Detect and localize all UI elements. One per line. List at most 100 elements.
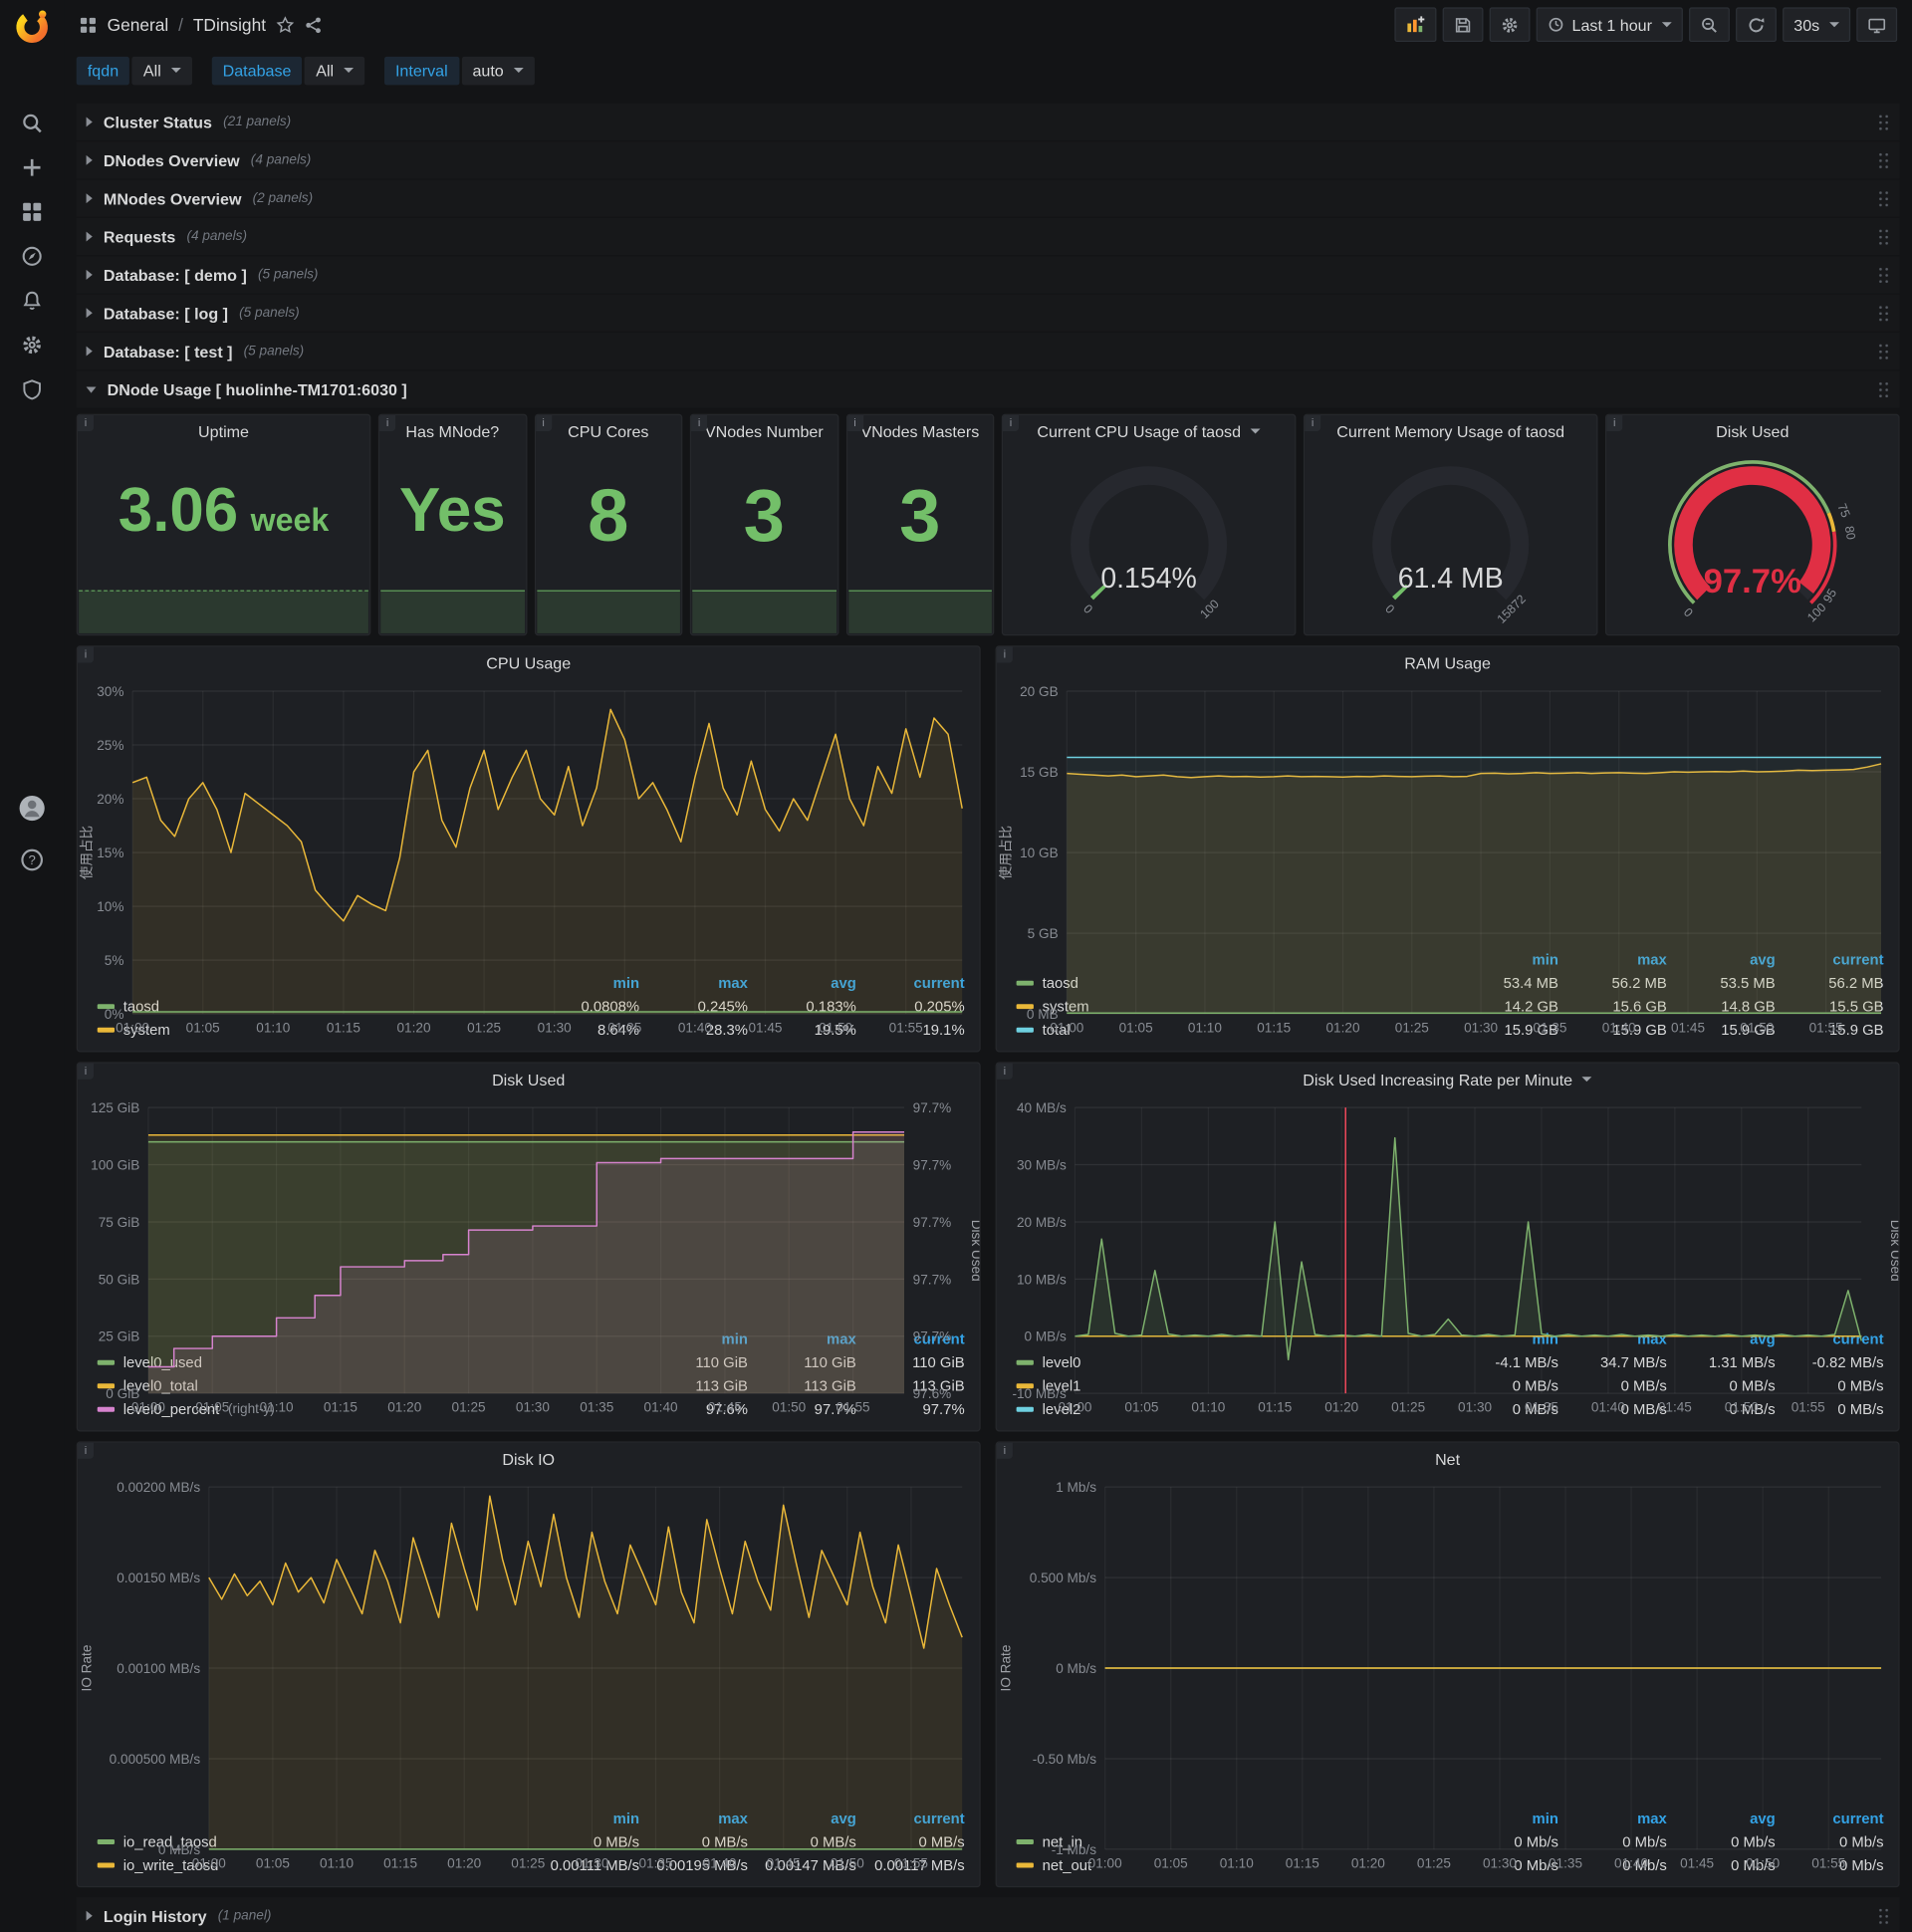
- chart-plot[interactable]: 01:00 01:05 01:10 01:15 01:20 01:25 01:30 01:35…: [997, 1475, 1899, 1870]
- panel-title[interactable]: VNodes Number: [691, 415, 837, 447]
- user-avatar[interactable]: [0, 786, 64, 831]
- svg-text:IO Rate: IO Rate: [998, 1645, 1013, 1692]
- panel-title[interactable]: Uptime: [78, 415, 369, 447]
- panel-info-icon[interactable]: i: [77, 1063, 95, 1080]
- svg-text:01:20: 01:20: [447, 1855, 481, 1870]
- chart-plot[interactable]: 01:00 01:05 01:10 01:15 01:20 01:25 01:30 01:35…: [78, 1095, 979, 1415]
- panel-info-icon[interactable]: i: [535, 414, 552, 431]
- panel-title[interactable]: CPU Usage: [78, 646, 980, 678]
- svg-text:01:40: 01:40: [1614, 1855, 1648, 1870]
- panel-info-icon[interactable]: i: [1606, 414, 1623, 431]
- row-database-demo[interactable]: Database: [ demo ] (5 panels): [77, 256, 1900, 293]
- svg-text:20 MB/s: 20 MB/s: [1017, 1215, 1067, 1230]
- drag-handle-icon[interactable]: [1877, 265, 1890, 285]
- variable-value-dropdown[interactable]: All: [131, 56, 192, 85]
- panel-disk-used-rate: i Disk Used Increasing Rate per Minute 0…: [995, 1062, 1900, 1432]
- panel-vnodes-masters: i VNodes Masters 3: [845, 413, 995, 636]
- row-requests[interactable]: Requests (4 panels): [77, 218, 1900, 255]
- panel-title[interactable]: Disk Used Increasing Rate per Minute: [997, 1064, 1899, 1095]
- cycle-view-mode-button[interactable]: [1856, 7, 1898, 43]
- row-login-history[interactable]: Login History (1 panel): [77, 1897, 1900, 1932]
- chart-plot[interactable]: 01:00 01:05 01:10 01:15 01:20 01:25 01:30 01:35…: [997, 1095, 1898, 1415]
- drag-handle-icon[interactable]: [1877, 188, 1890, 208]
- panel-title[interactable]: VNodes Masters: [847, 415, 994, 447]
- panel-info-icon[interactable]: i: [77, 1442, 95, 1459]
- save-dashboard-button[interactable]: [1442, 7, 1484, 43]
- dashboard-settings-button[interactable]: [1489, 7, 1531, 43]
- help-icon[interactable]: ?: [0, 838, 64, 882]
- time-range-picker[interactable]: Last 1 hour: [1536, 7, 1683, 43]
- variable-database: Database All: [211, 56, 365, 85]
- svg-text:01:55: 01:55: [1811, 1855, 1845, 1870]
- drag-handle-icon[interactable]: [1877, 342, 1890, 361]
- chart-plot[interactable]: 01:00 01:05 01:10 01:15 01:20 01:25 01:30 01:35…: [78, 1475, 980, 1870]
- grafana-logo-icon[interactable]: [14, 7, 51, 44]
- row-database-log[interactable]: Database: [ log ] (5 panels): [77, 295, 1900, 332]
- explore-compass-icon[interactable]: [0, 234, 64, 279]
- drag-handle-icon[interactable]: [1877, 150, 1890, 170]
- cpu-gauge[interactable]: 0 100: [1003, 447, 1295, 634]
- panel-info-icon[interactable]: i: [1305, 414, 1321, 431]
- variable-value-dropdown[interactable]: All: [305, 56, 365, 85]
- alerting-bell-icon[interactable]: [0, 279, 64, 324]
- panel-info-icon[interactable]: i: [846, 414, 863, 431]
- panel-title[interactable]: RAM Usage: [997, 646, 1899, 678]
- chart-plot[interactable]: 01:00 01:05 01:10 01:15 01:20 01:25 01:30 01:35…: [78, 679, 980, 1036]
- refresh-button[interactable]: [1736, 7, 1777, 43]
- configuration-gear-icon[interactable]: [0, 323, 64, 367]
- drag-handle-icon[interactable]: [1877, 113, 1890, 131]
- panel-info-icon[interactable]: i: [996, 1442, 1013, 1459]
- add-panel-button[interactable]: [1394, 7, 1437, 43]
- admin-shield-icon[interactable]: [0, 367, 64, 412]
- drag-handle-icon[interactable]: [1877, 227, 1890, 246]
- row-dnode-usage-expanded[interactable]: DNode Usage [ huolinhe-TM1701:6030 ]: [77, 370, 1900, 407]
- breadcrumb-section[interactable]: General: [108, 15, 169, 35]
- disk-used-gauge[interactable]: 0 75 80 95 100: [1606, 447, 1898, 634]
- time-range-label: Last 1 hour: [1571, 15, 1652, 35]
- row-mnodes-overview[interactable]: MNodes Overview (2 panels): [77, 180, 1900, 217]
- panel-title[interactable]: Current Memory Usage of taosd: [1305, 415, 1596, 447]
- chevron-right-icon: [86, 269, 93, 280]
- panel-info-icon[interactable]: i: [77, 414, 95, 431]
- create-plus-icon[interactable]: [0, 145, 64, 190]
- search-icon[interactable]: [0, 101, 64, 145]
- star-icon[interactable]: [276, 15, 295, 34]
- drag-handle-icon[interactable]: [1877, 303, 1890, 323]
- panel-info-icon[interactable]: i: [77, 646, 95, 663]
- panel-title[interactable]: Has MNode?: [379, 415, 526, 447]
- svg-text:01:35: 01:35: [1525, 1400, 1558, 1415]
- panel-title[interactable]: Disk Used: [78, 1064, 980, 1095]
- variable-value-dropdown[interactable]: auto: [461, 56, 535, 85]
- drag-handle-icon[interactable]: [1877, 379, 1890, 399]
- svg-text:01:30: 01:30: [516, 1400, 550, 1415]
- chart-plot[interactable]: 01:00 01:05 01:10 01:15 01:20 01:25 01:30 01:35…: [997, 679, 1899, 1036]
- row-database-test[interactable]: Database: [ test ] (5 panels): [77, 333, 1900, 369]
- panel-info-icon[interactable]: i: [379, 414, 396, 431]
- apps-grid-icon[interactable]: [79, 15, 98, 34]
- dashboards-grid-icon[interactable]: [0, 190, 64, 235]
- panel-info-icon[interactable]: i: [996, 1063, 1013, 1080]
- panel-info-icon[interactable]: i: [1002, 414, 1020, 431]
- panel-title[interactable]: Current CPU Usage of taosd: [1003, 415, 1295, 447]
- panel-info-icon[interactable]: i: [996, 646, 1013, 663]
- breadcrumb-dashboard-title[interactable]: TDinsight: [193, 15, 266, 35]
- panel-title[interactable]: Disk Used: [1606, 415, 1898, 447]
- svg-text:01:50: 01:50: [831, 1855, 864, 1870]
- share-icon[interactable]: [304, 15, 323, 34]
- memory-gauge[interactable]: 0 15872: [1305, 447, 1596, 634]
- svg-text:使用占比: 使用占比: [79, 826, 95, 879]
- stat-sparkline: [79, 590, 368, 633]
- zoom-out-button[interactable]: [1689, 7, 1730, 43]
- drag-handle-icon[interactable]: [1877, 1906, 1890, 1925]
- svg-text:01:00: 01:00: [1088, 1855, 1122, 1870]
- panel-title[interactable]: Disk IO: [78, 1443, 980, 1475]
- stat-sparkline: [692, 590, 836, 633]
- row-dnodes-overview[interactable]: DNodes Overview (4 panels): [77, 141, 1900, 178]
- svg-text:100: 100: [1804, 601, 1829, 625]
- panel-title[interactable]: Net: [997, 1443, 1899, 1475]
- refresh-interval-dropdown[interactable]: 30s: [1783, 7, 1851, 43]
- panel-title[interactable]: CPU Cores: [536, 415, 682, 447]
- panel-info-icon[interactable]: i: [691, 414, 708, 431]
- row-cluster-status[interactable]: Cluster Status (21 panels): [77, 104, 1900, 140]
- panel-disk-io: i Disk IO 01:00 01:05 01:10 01:15 01:20 01:25…: [76, 1441, 981, 1888]
